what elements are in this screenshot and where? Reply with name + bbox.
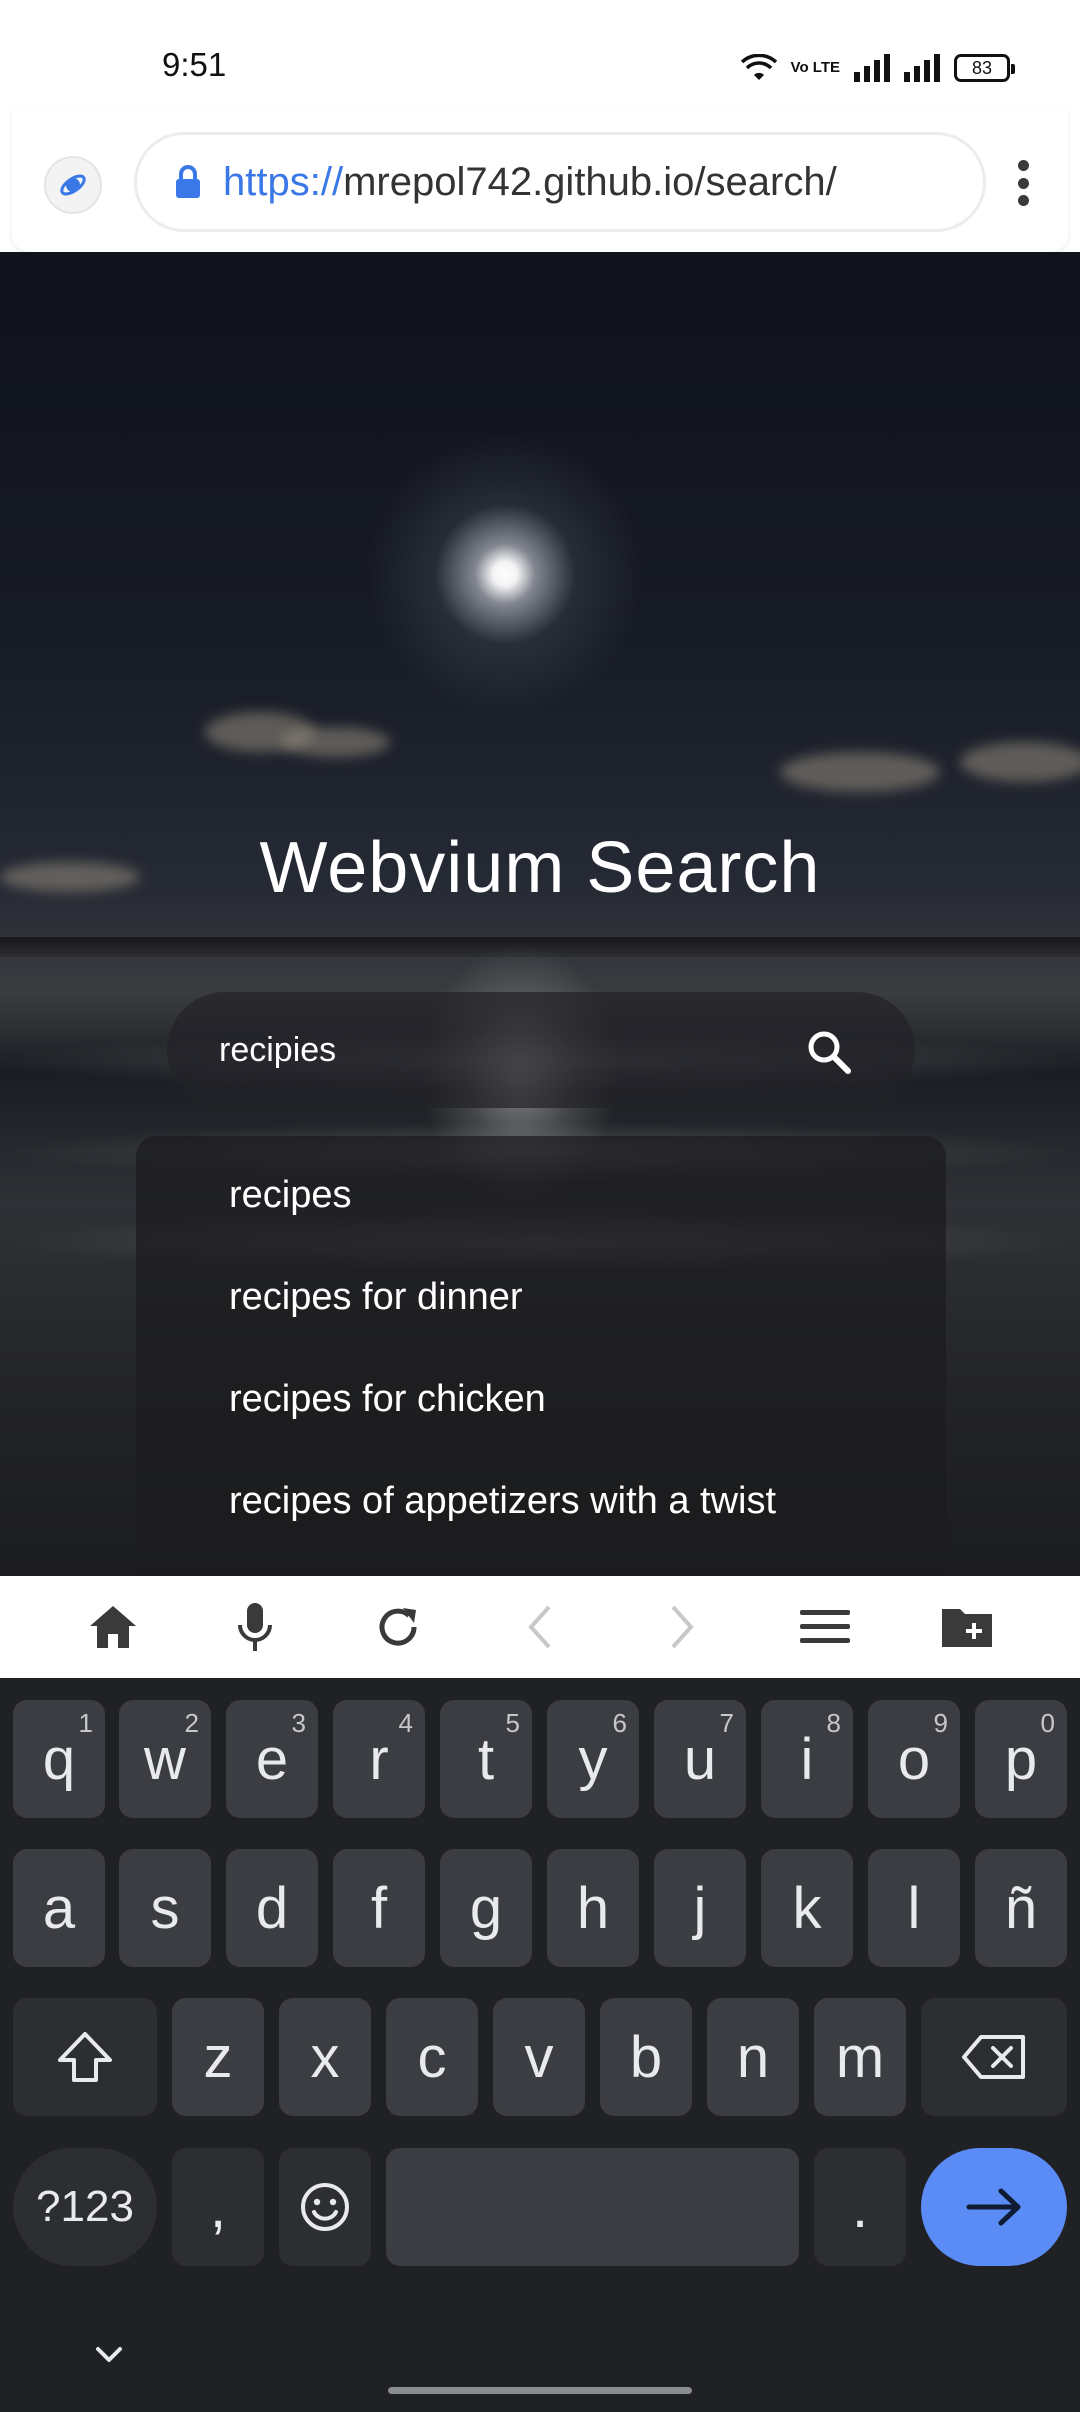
- suggestion-item[interactable]: recipes for chicken: [136, 1348, 946, 1450]
- key-t[interactable]: t5: [440, 1700, 532, 1818]
- status-icons: Vo LTE 83: [740, 50, 1015, 86]
- key-y[interactable]: y6: [547, 1700, 639, 1818]
- key-r[interactable]: r4: [333, 1700, 425, 1818]
- key-u[interactable]: u7: [654, 1700, 746, 1818]
- status-time: 9:51: [162, 46, 227, 83]
- volte-indicator: Vo LTE: [790, 59, 840, 76]
- hide-keyboard-icon[interactable]: [92, 2338, 126, 2372]
- url-scheme: https://: [223, 159, 344, 204]
- status-bar: 9:51 Vo LTE 83: [0, 0, 1080, 110]
- home-indicator[interactable]: [388, 2387, 692, 2394]
- webvium-logo-icon[interactable]: [44, 156, 102, 214]
- key-k[interactable]: k: [761, 1849, 853, 1967]
- comma-key[interactable]: ,: [172, 2148, 264, 2266]
- key-i[interactable]: i8: [761, 1700, 853, 1818]
- key-c[interactable]: c: [386, 1998, 478, 2116]
- key-z[interactable]: z: [172, 1998, 264, 2116]
- key-hint: 6: [612, 1708, 627, 1738]
- battery-icon: 83: [954, 54, 1015, 82]
- key-hint: 8: [826, 1708, 841, 1738]
- key-p[interactable]: p0: [975, 1700, 1067, 1818]
- url-text: https://mrepol742.github.io/search/: [223, 160, 837, 205]
- period-key[interactable]: .: [814, 2148, 906, 2266]
- key-hint: 2: [184, 1708, 199, 1738]
- folder-add-icon[interactable]: [939, 1599, 995, 1655]
- webview: Webvium Search recipies recipes recipes …: [0, 252, 1080, 1576]
- suggestion-item[interactable]: recipes of appetizers with a twist: [136, 1450, 946, 1552]
- url-bar[interactable]: https://mrepol742.github.io/search/: [134, 132, 986, 232]
- key-hint: 1: [78, 1708, 93, 1738]
- key-a[interactable]: a: [13, 1849, 105, 1967]
- emoji-key[interactable]: [279, 2148, 371, 2266]
- key-f[interactable]: f: [333, 1849, 425, 1967]
- browser-bottom-toolbar: [12, 1576, 1068, 1678]
- key-g[interactable]: g: [440, 1849, 532, 1967]
- key-e[interactable]: e3: [226, 1700, 318, 1818]
- key-j[interactable]: j: [654, 1849, 746, 1967]
- search-icon[interactable]: [805, 1028, 853, 1076]
- shift-key[interactable]: [13, 1998, 157, 2116]
- key-hint: 4: [398, 1708, 413, 1738]
- emoji-icon: [301, 2183, 349, 2231]
- key-q[interactable]: q1: [13, 1700, 105, 1818]
- key-d[interactable]: d: [226, 1849, 318, 1967]
- key-x[interactable]: x: [279, 1998, 371, 2116]
- search-query-text: recipies: [219, 1030, 337, 1069]
- key-v[interactable]: v: [493, 1998, 585, 2116]
- key-hint: 9: [933, 1708, 948, 1738]
- key-l[interactable]: l: [868, 1849, 960, 1967]
- key-s[interactable]: s: [119, 1849, 211, 1967]
- shift-icon: [58, 2032, 112, 2082]
- backspace-key[interactable]: [921, 1998, 1067, 2116]
- key-hint: 5: [505, 1708, 520, 1738]
- page-title: Webvium Search: [259, 828, 821, 908]
- arrow-right-icon: [966, 2188, 1021, 2226]
- lock-icon: [176, 165, 200, 198]
- signal-icon: [854, 54, 890, 82]
- key-w[interactable]: w2: [119, 1700, 211, 1818]
- key-o[interactable]: o9: [868, 1700, 960, 1818]
- home-icon[interactable]: [85, 1599, 141, 1655]
- wifi-icon: [740, 54, 777, 80]
- forward-icon[interactable]: [654, 1599, 710, 1655]
- suggestion-item[interactable]: recipes for dinner: [136, 1246, 946, 1348]
- search-input[interactable]: recipies: [167, 992, 915, 1108]
- symbols-key[interactable]: ?123: [13, 2148, 157, 2266]
- microphone-icon[interactable]: [227, 1599, 283, 1655]
- refresh-icon[interactable]: [370, 1599, 426, 1655]
- key-hint: 0: [1040, 1708, 1055, 1738]
- suggestion-item[interactable]: recipes: [136, 1144, 946, 1246]
- key-n[interactable]: n: [707, 1998, 799, 2116]
- back-icon[interactable]: [512, 1599, 568, 1655]
- key-b[interactable]: b: [600, 1998, 692, 2116]
- key-n-tilde[interactable]: ñ: [975, 1849, 1067, 1967]
- backspace-icon: [962, 2035, 1025, 2079]
- space-key[interactable]: [386, 2148, 799, 2266]
- enter-key[interactable]: [921, 2148, 1067, 2266]
- hamburger-menu-icon[interactable]: [797, 1599, 853, 1655]
- key-hint: 3: [291, 1708, 306, 1738]
- suggestion-list: recipes recipes for dinner recipes for c…: [136, 1136, 946, 1576]
- key-m[interactable]: m: [814, 1998, 906, 2116]
- signal-icon-2: [904, 54, 940, 82]
- key-hint: 7: [719, 1708, 734, 1738]
- url-host-path: mrepol742.github.io/search/: [343, 159, 837, 204]
- browser-toolbar: https://mrepol742.github.io/search/: [12, 110, 1068, 252]
- key-h[interactable]: h: [547, 1849, 639, 1967]
- overflow-menu-icon[interactable]: [1018, 160, 1030, 206]
